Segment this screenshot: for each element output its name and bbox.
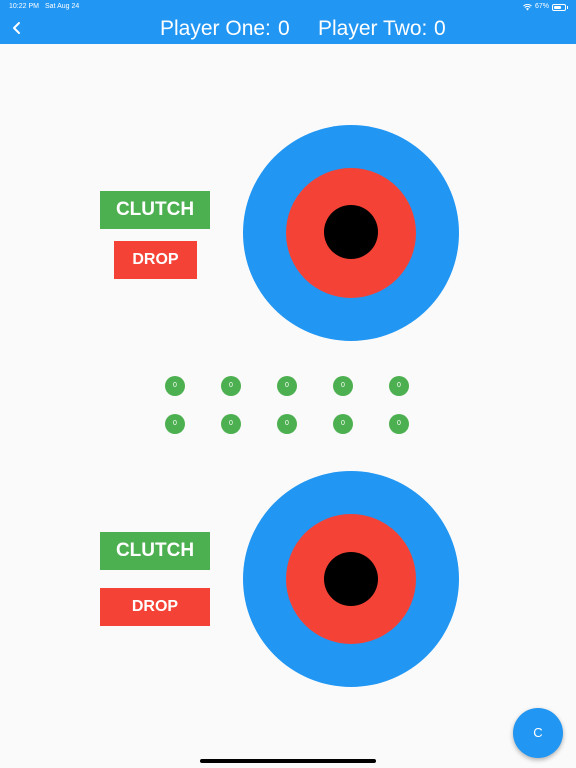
counter[interactable]: 0: [389, 414, 409, 434]
counter[interactable]: 0: [165, 376, 185, 396]
status-time: 10:22 PM: [9, 3, 39, 10]
player-two-label: Player Two:: [318, 17, 428, 40]
counter[interactable]: 0: [389, 376, 409, 396]
player-two-target-center[interactable]: [324, 552, 378, 606]
player-one-clutch-button[interactable]: CLUTCH: [100, 191, 210, 229]
player-one-target-center[interactable]: [324, 205, 378, 259]
player-one-label: Player One:: [160, 17, 271, 40]
counter[interactable]: 0: [277, 376, 297, 396]
counter[interactable]: 0: [221, 414, 241, 434]
counter[interactable]: 0: [165, 414, 185, 434]
status-date: Sat Aug 24: [45, 3, 80, 10]
player-two-clutch-button[interactable]: CLUTCH: [100, 532, 210, 570]
player-one-score: 0: [278, 17, 290, 40]
counter[interactable]: 0: [333, 376, 353, 396]
player-two-drop-button[interactable]: DROP: [100, 588, 210, 626]
counter[interactable]: 0: [221, 376, 241, 396]
fab-c-button[interactable]: C: [513, 708, 563, 758]
counter[interactable]: 0: [277, 414, 297, 434]
wifi-icon: [523, 3, 532, 10]
battery-percent: 67%: [534, 3, 549, 10]
status-bar: 10:22 PM Sat Aug 24 67%: [0, 0, 576, 14]
counter[interactable]: 0: [333, 414, 353, 434]
home-indicator: [200, 759, 376, 763]
battery-icon: [552, 3, 568, 11]
status-indicators: 67%: [523, 0, 568, 14]
score-title: Player One: 0 Player Two: 0: [0, 14, 576, 44]
player-one-drop-button[interactable]: DROP: [114, 241, 197, 279]
player-two-score: 0: [434, 17, 446, 40]
